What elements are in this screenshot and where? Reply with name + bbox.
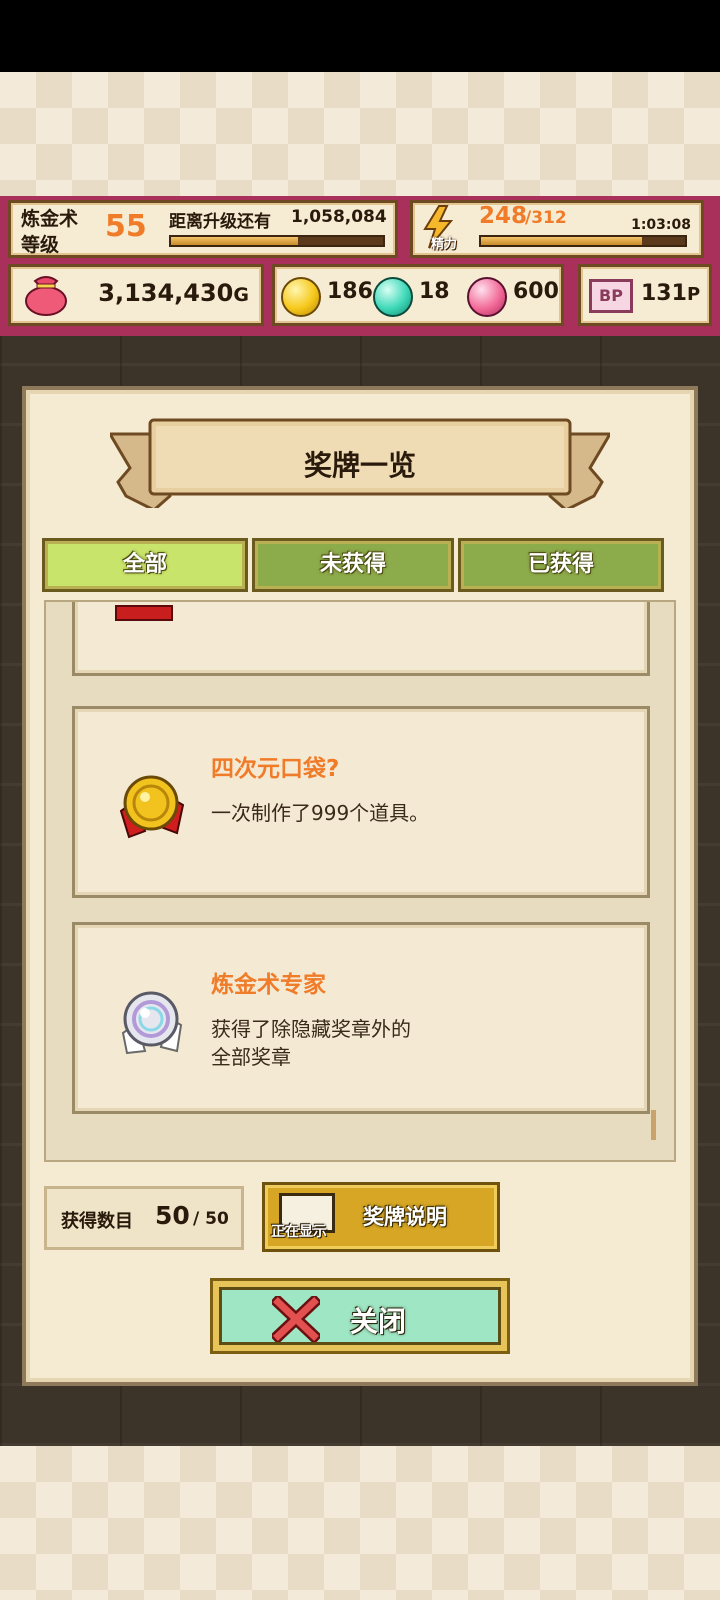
energy-current: 248 bbox=[479, 203, 528, 229]
yellow-gem-icon bbox=[281, 277, 321, 317]
scrollbar[interactable] bbox=[651, 1110, 656, 1140]
gold-medal-icon bbox=[115, 771, 189, 841]
pink-gem-count: 600 bbox=[513, 279, 559, 304]
next-level-label: 距离升级还有 bbox=[169, 212, 271, 232]
level-box: 炼金术 等级 55 距离升级还有 1,058,084 bbox=[8, 200, 398, 258]
exp-bar bbox=[169, 235, 385, 247]
energy-max: /312 bbox=[525, 208, 567, 228]
medal-list[interactable]: 四次元口袋? 一次制作了999个道具。 炼金术专家 获得了除隐藏奖章外的 全部奖… bbox=[44, 600, 676, 1162]
bp-value: 131 bbox=[641, 281, 687, 306]
exp-bar-fill bbox=[171, 237, 299, 245]
yellow-gem-count: 186 bbox=[327, 279, 373, 304]
medal-description: 一次制作了999个道具。 bbox=[211, 801, 430, 825]
tab-all[interactable]: 全部 bbox=[42, 538, 248, 592]
close-icon bbox=[269, 1293, 323, 1345]
obtained-count-label: 获得数目 bbox=[61, 1211, 133, 1232]
red-ribbon-icon bbox=[115, 605, 173, 621]
teal-gem-icon bbox=[373, 277, 413, 317]
close-button[interactable]: 关闭 bbox=[210, 1278, 510, 1354]
medal-title: 四次元口袋? bbox=[211, 756, 340, 782]
medal-card[interactable]: 四次元口袋? 一次制作了999个道具。 bbox=[72, 706, 650, 898]
bottom-background bbox=[0, 1446, 720, 1600]
tab-obtained[interactable]: 已获得 bbox=[458, 538, 664, 592]
medal-explanation-button[interactable]: 正在显示 奖牌说明 bbox=[262, 1182, 500, 1252]
title-scroll-banner: 奖牌一览 bbox=[110, 412, 610, 508]
obtained-count-box: 获得数目 50 / 50 bbox=[44, 1186, 244, 1250]
status-hud: 炼金术 等级 55 距离升级还有 1,058,084 精力 248 /312 1… bbox=[0, 196, 720, 336]
tab-not-obtained[interactable]: 未获得 bbox=[252, 538, 454, 592]
medal-title: 炼金术专家 bbox=[211, 972, 326, 998]
gold-pouch-icon bbox=[23, 273, 69, 317]
energy-box: 精力 248 /312 1:03:08 bbox=[410, 200, 704, 258]
gold-unit: G bbox=[233, 284, 249, 306]
level-label-1: 炼金术 bbox=[21, 208, 79, 230]
pink-gem-icon bbox=[467, 277, 507, 317]
energy-bar-fill bbox=[481, 237, 643, 245]
bp-unit: P bbox=[686, 284, 701, 305]
level-label-2: 等级 bbox=[21, 234, 60, 256]
showing-badge: 正在显示 bbox=[271, 1224, 327, 1240]
gold-box: 3,134,430G bbox=[8, 264, 264, 326]
energy-timer: 1:03:08 bbox=[631, 217, 691, 233]
next-level-value: 1,058,084 bbox=[291, 207, 387, 227]
level-value: 55 bbox=[105, 209, 147, 244]
medal-explanation-label: 奖牌说明 bbox=[363, 1205, 447, 1229]
obtained-count-total: / 50 bbox=[193, 1209, 229, 1229]
top-background bbox=[0, 72, 720, 196]
gems-box: 186 18 600 bbox=[272, 264, 564, 326]
teal-gem-count: 18 bbox=[419, 279, 450, 304]
energy-bar bbox=[479, 235, 687, 247]
close-label: 关闭 bbox=[350, 1305, 407, 1338]
medal-description-line-2: 全部奖章 bbox=[211, 1045, 291, 1069]
bp-box: BP 131P bbox=[578, 264, 712, 326]
medal-description-line-1: 获得了除隐藏奖章外的 bbox=[211, 1017, 411, 1041]
panel-title: 奖牌一览 bbox=[303, 449, 416, 482]
medal-card-partial bbox=[72, 602, 650, 676]
medal-card[interactable]: 炼金术专家 获得了除隐藏奖章外的 全部奖章 bbox=[72, 922, 650, 1114]
rainbow-medal-icon bbox=[115, 987, 189, 1057]
bp-card-icon: BP bbox=[589, 279, 633, 313]
gold-value: 3,134,430 bbox=[98, 279, 234, 307]
energy-label: 精力 bbox=[431, 237, 458, 252]
obtained-count-value: 50 bbox=[155, 1201, 190, 1230]
